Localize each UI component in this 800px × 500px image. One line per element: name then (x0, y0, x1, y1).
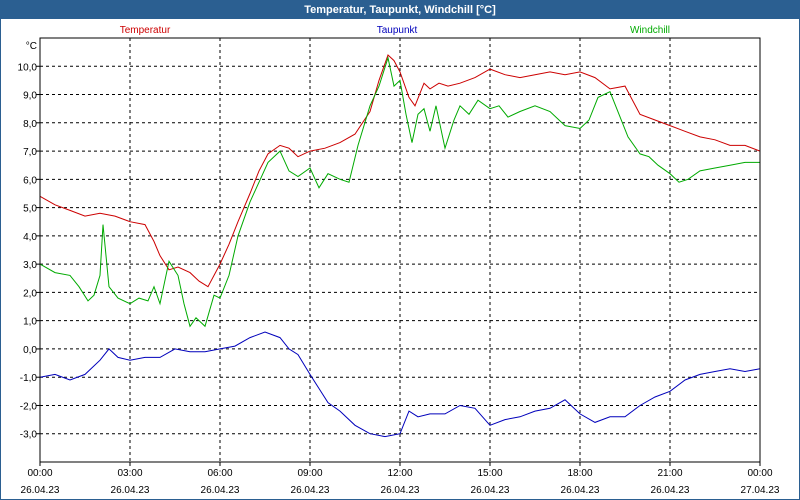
y-tick-label: 4,0 (23, 232, 37, 243)
x-tick-date-label: 26.04.23 (291, 485, 330, 496)
x-tick-time-label: 18:00 (567, 468, 592, 479)
x-tick-time-label: 06:00 (207, 468, 232, 479)
x-tick-date-label: 26.04.23 (381, 485, 420, 496)
x-tick-date-label: 26.04.23 (561, 485, 600, 496)
chart-svg: 10,0 9,0 8,0 7,0 6,0 5,0 4,0 3,0 2,0 1,0 0,0 -1,0 -2… (18, 25, 780, 496)
x-tick-time-label: 00:00 (747, 468, 772, 479)
x-tick-date-label: 26.04.23 (111, 485, 150, 496)
y-tick-label: 5,0 (23, 204, 37, 215)
y-tick-label: 8,0 (23, 119, 37, 130)
x-tick-time-label: 03:00 (117, 468, 142, 479)
y-tick-label: 6,0 (23, 175, 37, 186)
x-tick-time-label: 00:00 (27, 468, 52, 479)
y-tick-label: -1,0 (20, 373, 38, 384)
tick-labels: 10,0 9,0 8,0 7,0 6,0 5,0 4,0 3,0 2,0 1,0 0,0 -1,0 -2… (18, 41, 780, 496)
tick-marks (36, 65, 761, 466)
x-tick-time-label: 09:00 (297, 468, 322, 479)
y-tick-label: 9,0 (23, 91, 37, 102)
x-tick-date-label: 26.04.23 (651, 485, 690, 496)
y-tick-label: 3,0 (23, 260, 37, 271)
x-tick-date-label: 26.04.23 (21, 485, 60, 496)
x-tick-date-label: 27.04.23 (741, 485, 780, 496)
y-tick-label: 7,0 (23, 147, 37, 158)
y-axis-unit-label: °C (26, 41, 37, 52)
y-tick-label: 0,0 (23, 345, 37, 356)
y-tick-label: 10,0 (18, 62, 38, 73)
y-tick-label: 1,0 (23, 317, 37, 328)
y-tick-label: -3,0 (20, 430, 38, 441)
y-tick-label: 2,0 (23, 288, 37, 299)
y-tick-label: -2,0 (20, 401, 38, 412)
series-line-taupunkt (39, 331, 761, 438)
x-tick-date-label: 26.04.23 (201, 485, 240, 496)
x-tick-date-label: 26.04.23 (471, 485, 510, 496)
x-tick-time-label: 12:00 (387, 468, 412, 479)
legend-entry-taupunkt: Taupunkt (377, 25, 418, 36)
legend-entry-temperatur: Temperatur (120, 25, 171, 36)
legend-entry-windchill: Windchill (630, 25, 670, 36)
x-tick-time-label: 21:00 (657, 468, 682, 479)
x-tick-time-label: 15:00 (477, 468, 502, 479)
legend: Temperatur Taupunkt Windchill (120, 25, 670, 36)
